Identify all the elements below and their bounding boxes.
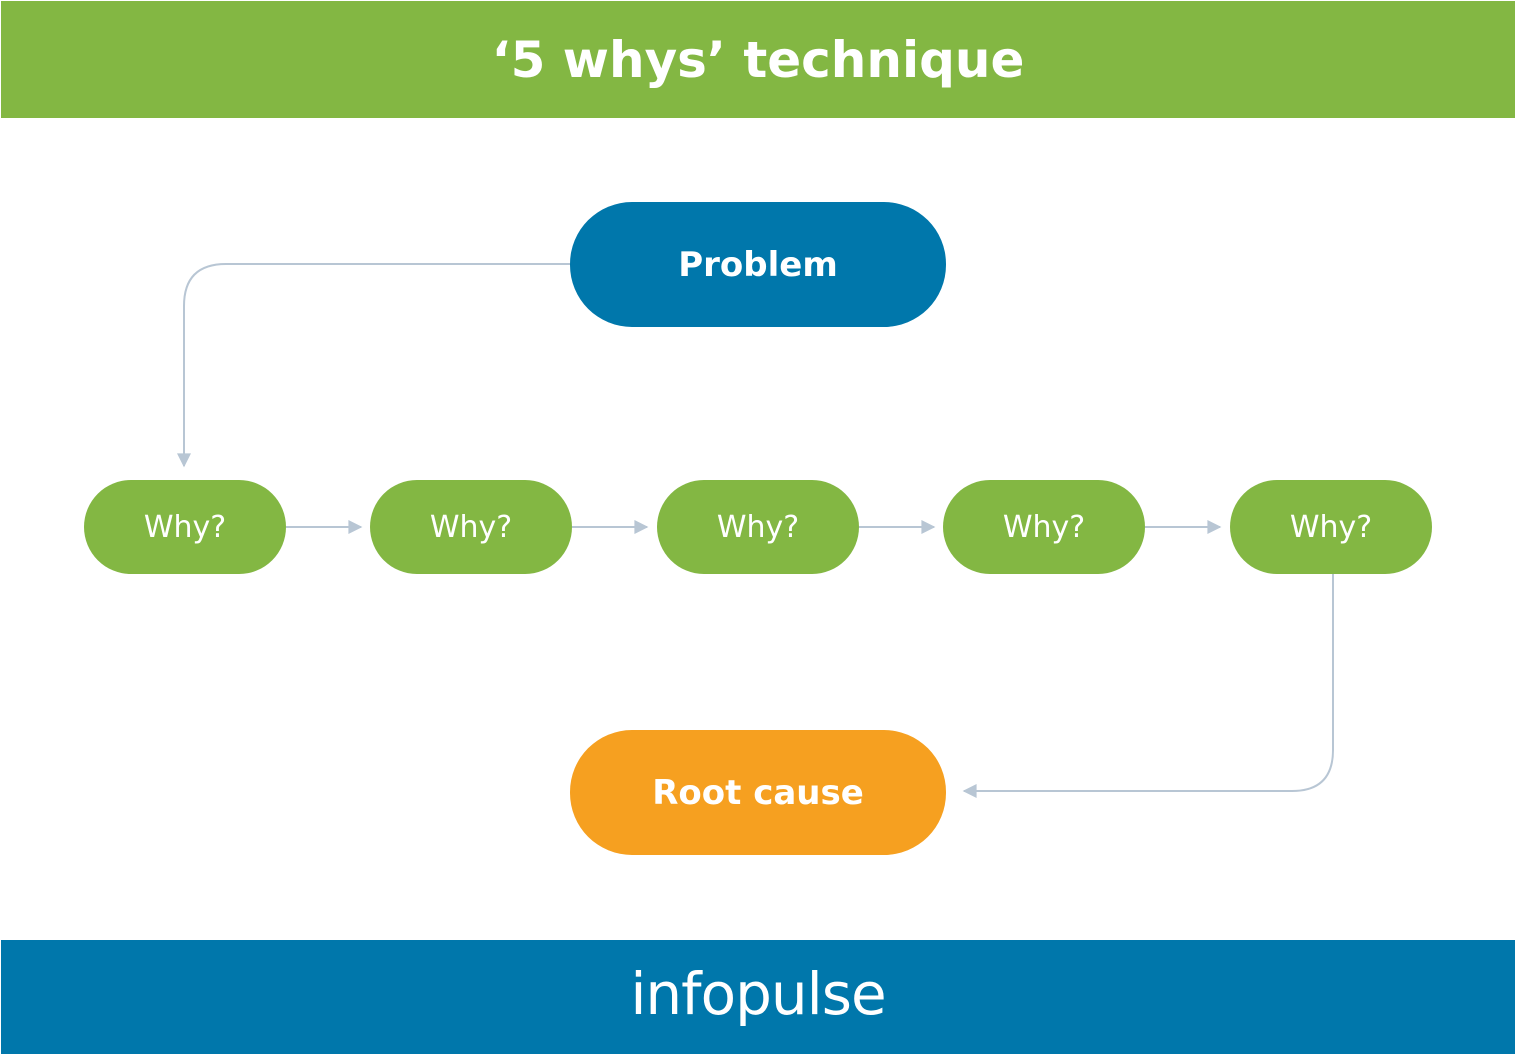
footer-banner: infopulse bbox=[1, 940, 1515, 1054]
why-label: Why? bbox=[716, 509, 800, 545]
root-cause-node: Root cause bbox=[570, 730, 946, 855]
why-label: Why? bbox=[429, 509, 513, 545]
why-node-3: Why? bbox=[657, 480, 859, 574]
why-node-2: Why? bbox=[370, 480, 572, 574]
why-label: Why? bbox=[1289, 509, 1373, 545]
root-cause-label: Root cause bbox=[652, 772, 864, 813]
why-node-5: Why? bbox=[1230, 480, 1432, 574]
why-label: Why? bbox=[143, 509, 227, 545]
brand-logo: infopulse bbox=[630, 960, 886, 1028]
why-node-4: Why? bbox=[943, 480, 1145, 574]
problem-label: Problem bbox=[678, 244, 838, 285]
problem-node: Problem bbox=[570, 202, 946, 327]
why-label: Why? bbox=[1002, 509, 1086, 545]
connector-why-5-to-root-cause bbox=[962, 574, 1334, 798]
why-node-1: Why? bbox=[84, 480, 286, 574]
connector-problem-to-why-1 bbox=[177, 263, 570, 468]
